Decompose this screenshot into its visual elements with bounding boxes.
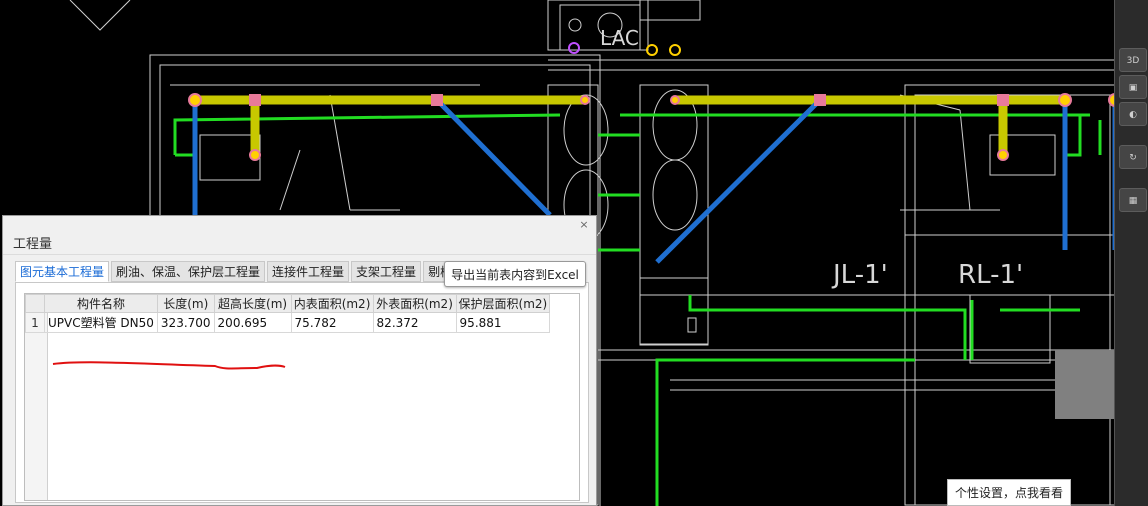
fixture-symbol bbox=[568, 42, 580, 54]
quantity-table: 构件名称 长度(m) 超高长度(m) 内表面积(m2) 外表面积(m2) 保护层… bbox=[24, 293, 580, 501]
tab-supports[interactable]: 支架工程量 bbox=[351, 261, 422, 282]
table-header-row: 构件名称 长度(m) 超高长度(m) 内表面积(m2) 外表面积(m2) 保护层… bbox=[25, 294, 551, 313]
tab-bar: 图元基本工程量 刷油、保温、保护层工程量 连接件工程量 支架工程量 剔槽 bbox=[15, 261, 459, 283]
col-header[interactable]: 构件名称 bbox=[44, 294, 158, 313]
label-rl: RL-1' bbox=[958, 260, 1023, 290]
export-excel-button[interactable]: 导出当前表内容到Excel bbox=[444, 261, 586, 287]
view-3d-button[interactable]: 3D bbox=[1119, 48, 1147, 72]
dialog-title: 工程量 bbox=[13, 237, 53, 252]
label-lac: LAC bbox=[600, 26, 639, 50]
table-cell[interactable]: 200.695 bbox=[213, 312, 292, 333]
col-header[interactable]: 保护层面积(m2) bbox=[455, 294, 551, 313]
close-icon[interactable]: × bbox=[578, 219, 590, 231]
rotate-icon[interactable]: ↻ bbox=[1119, 145, 1147, 169]
row-number[interactable]: 1 bbox=[25, 312, 45, 333]
col-header[interactable]: 超高长度(m) bbox=[213, 294, 292, 313]
table-row: 1 UPVC塑料管 DN50 323.700 200.695 75.782 82… bbox=[25, 312, 551, 333]
col-header[interactable]: 外表面积(m2) bbox=[372, 294, 457, 313]
table-cell[interactable]: 95.881 bbox=[455, 312, 551, 333]
col-header[interactable]: 长度(m) bbox=[156, 294, 215, 313]
table-cell[interactable]: 323.700 bbox=[156, 312, 215, 333]
corner-cell bbox=[25, 294, 45, 313]
table-cell[interactable]: 82.372 bbox=[372, 312, 457, 333]
personal-settings-tip[interactable]: 个性设置，点我看看 bbox=[947, 479, 1071, 506]
view-cube-icon[interactable]: ▣ bbox=[1119, 75, 1147, 99]
divider bbox=[3, 254, 596, 255]
view-toolbar: 3D ▣ ◐ ↻ ▦ bbox=[1114, 0, 1148, 506]
valve-symbols bbox=[646, 44, 681, 56]
orbit-icon[interactable]: ◐ bbox=[1119, 102, 1147, 126]
tab-content: 构件名称 长度(m) 超高长度(m) 内表面积(m2) 外表面积(m2) 保护层… bbox=[15, 282, 589, 503]
tab-paint-insulation[interactable]: 刷油、保温、保护层工程量 bbox=[111, 261, 266, 282]
tab-fittings[interactable]: 连接件工程量 bbox=[267, 261, 350, 282]
table-cell[interactable]: 75.782 bbox=[290, 312, 374, 333]
quantity-dialog: 工程量 × 图元基本工程量 刷油、保温、保护层工程量 连接件工程量 支架工程量 剔槽 构… bbox=[2, 215, 597, 506]
table-cell[interactable]: UPVC塑料管 DN50 bbox=[44, 312, 158, 333]
grid-icon[interactable]: ▦ bbox=[1119, 188, 1147, 212]
col-header[interactable]: 内表面积(m2) bbox=[290, 294, 374, 313]
yellow-pipes bbox=[195, 95, 1065, 155]
tab-basic-quantity[interactable]: 图元基本工程量 bbox=[15, 261, 110, 282]
label-jl: JL-1' bbox=[831, 260, 888, 290]
